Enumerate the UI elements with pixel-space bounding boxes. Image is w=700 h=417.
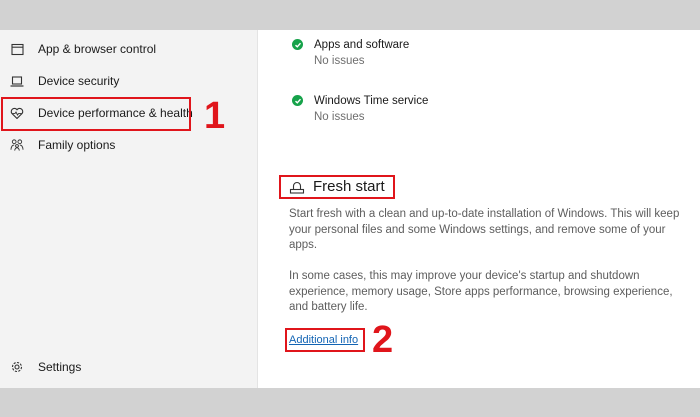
fresh-start-description: Start fresh with a clean and up-to-date … bbox=[289, 208, 680, 251]
status-title: Apps and software bbox=[314, 39, 410, 51]
laptop-icon bbox=[10, 74, 24, 88]
callout-number-2: 2 bbox=[372, 319, 394, 361]
status-title: Windows Time service bbox=[314, 95, 429, 107]
status-subtitle: No issues bbox=[314, 111, 365, 123]
sidebar-item-settings[interactable]: Settings bbox=[0, 352, 258, 382]
sidebar-item-label: Settings bbox=[38, 360, 82, 374]
sidebar-item-label: Family options bbox=[38, 138, 116, 152]
callout-box-1 bbox=[1, 97, 191, 131]
check-icon bbox=[292, 39, 303, 50]
sidebar-item-label: App & browser control bbox=[38, 42, 157, 56]
sidebar-item-app-browser-control[interactable]: App & browser control bbox=[0, 34, 258, 64]
app-browser-icon bbox=[10, 42, 24, 56]
status-subtitle: No issues bbox=[314, 55, 365, 67]
sidebar: App & browser control Device security De… bbox=[0, 30, 258, 388]
callout-box-2 bbox=[285, 328, 365, 352]
sidebar-item-label: Device security bbox=[38, 74, 120, 88]
check-icon bbox=[292, 95, 303, 106]
family-icon bbox=[10, 138, 24, 152]
gear-icon bbox=[10, 360, 24, 374]
sidebar-item-device-security[interactable]: Device security bbox=[0, 66, 258, 96]
callout-box-fresh-start bbox=[279, 175, 395, 199]
fresh-start-benefits: In some cases, this may improve your dev… bbox=[289, 270, 673, 313]
callout-number-1: 1 bbox=[204, 95, 226, 137]
